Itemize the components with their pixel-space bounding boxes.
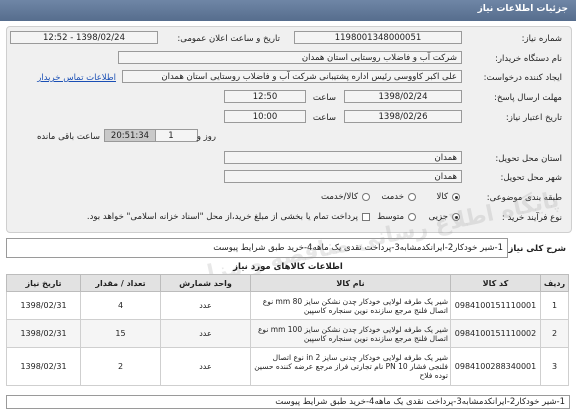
category-service-label: خدمت bbox=[381, 192, 404, 202]
creator-field: علی اکبر کاووسی رئیس اداره پشتیبانی شرکت… bbox=[122, 70, 462, 83]
table-row[interactable]: 2 0984100151110002 شیر یک طرفه لولایی خو… bbox=[6, 319, 569, 348]
row-unit: عدد bbox=[160, 319, 251, 348]
announce-label: تاریخ و ساعت اعلان عمومی: bbox=[177, 34, 280, 44]
send-time-field: 12:50 bbox=[224, 90, 306, 103]
announce-field: 1398/02/24 - 12:52 bbox=[10, 31, 158, 44]
row-code: 0984100288340001 bbox=[450, 347, 541, 386]
row-qty: 4 bbox=[80, 291, 161, 320]
province-label: استان محل تحویل: bbox=[495, 154, 562, 164]
row-index: 3 bbox=[540, 347, 569, 386]
province-field: همدان bbox=[224, 151, 462, 164]
items-title: اطلاعات کالاهای مورد نیاز bbox=[233, 262, 343, 272]
row-date: 1398/02/31 bbox=[6, 291, 81, 320]
category-goods-radio[interactable] bbox=[452, 193, 460, 201]
category-service-radio[interactable] bbox=[408, 193, 416, 201]
validity-time-label: ساعت bbox=[312, 113, 336, 123]
col-unit: واحد شمارش bbox=[160, 274, 251, 292]
row-unit: عدد bbox=[160, 347, 251, 386]
validity-date-field: 1398/02/26 bbox=[344, 110, 462, 123]
col-date: تاریخ نیاز bbox=[6, 274, 81, 292]
validity-time-field: 10:00 bbox=[224, 110, 306, 123]
buyer-org-label: نام دستگاه خریدار: bbox=[495, 54, 562, 64]
row-date: 1398/02/31 bbox=[6, 347, 81, 386]
row-code: 0984100151110002 bbox=[450, 319, 541, 348]
validity-label: تاریخ اعتبار نیاز: bbox=[505, 113, 562, 123]
row-code: 0984100151110001 bbox=[450, 291, 541, 320]
table-row[interactable]: 3 0984100288340001 شیر یک طرفه لولایی خو… bbox=[6, 347, 569, 386]
page-header: جزئیات اطلاعات نیاز bbox=[0, 0, 576, 21]
treasury-checkbox[interactable] bbox=[362, 213, 370, 221]
send-time-label: ساعت bbox=[312, 93, 336, 103]
items-header-row: ردیف کد کالا نام کالا واحد شمارش تعداد /… bbox=[6, 274, 569, 292]
countdown-timer: 20:51:34 bbox=[104, 129, 156, 142]
summary-label: شرح کلی نیاز: bbox=[505, 244, 566, 254]
category-goods-service-radio[interactable] bbox=[362, 193, 370, 201]
category-goods-label: کالا bbox=[436, 192, 448, 202]
remaining-label: ساعت باقی مانده bbox=[36, 132, 100, 142]
table-row[interactable]: 1 0984100151110001 شیر یک طرفه لولایی خو… bbox=[6, 291, 569, 320]
col-name: نام کالا bbox=[250, 274, 451, 292]
send-deadline-label: مهلت ارسال پاسخ: bbox=[494, 93, 562, 103]
category-goods-service-label: کالا/خدمت bbox=[321, 192, 358, 202]
row-index: 1 bbox=[540, 291, 569, 320]
row-name: شیر یک طرفه لولایی خودکار چدن نشکن سایز … bbox=[250, 291, 451, 320]
col-qty: تعداد / مقدار bbox=[80, 274, 161, 292]
payment-note: پرداخت تمام یا بخشی از مبلغ خرید،از محل … bbox=[86, 212, 358, 222]
page-title: جزئیات اطلاعات نیاز bbox=[477, 4, 568, 14]
creator-label: ایجاد کننده درخواست: bbox=[483, 73, 562, 83]
days-label: روز و bbox=[196, 132, 216, 142]
row-name: شیر یک طرفه لولایی خودکار چدنی سایز 2 in… bbox=[250, 347, 451, 386]
row-qty: 15 bbox=[80, 319, 161, 348]
row-index: 2 bbox=[540, 319, 569, 348]
col-index: ردیف bbox=[540, 274, 569, 292]
need-number-field: 1198001348000051 bbox=[294, 31, 462, 44]
city-field: همدان bbox=[224, 170, 462, 183]
row-qty: 2 bbox=[80, 347, 161, 386]
row-unit: عدد bbox=[160, 291, 251, 320]
need-number-label: شماره نیاز: bbox=[521, 34, 562, 44]
row-date: 1398/02/31 bbox=[6, 319, 81, 348]
row-name: شیر یک طرفه لولایی خودکار چدن نشکن سایز … bbox=[250, 319, 451, 348]
city-label: شهر محل تحویل: bbox=[500, 173, 562, 183]
send-date-field: 1398/02/24 bbox=[344, 90, 462, 103]
bottom-description-text: 1-شیر خودکار2-ایرانکدمشابه3-پرداخت نقدی … bbox=[275, 397, 565, 407]
contact-info-link[interactable]: اطلاعات تماس خریدار bbox=[37, 73, 116, 83]
col-code: کد کالا bbox=[450, 274, 541, 292]
items-table: ردیف کد کالا نام کالا واحد شمارش تعداد /… bbox=[6, 274, 569, 386]
buyer-org-field: شرکت آب و فاضلاب روستایی استان همدان bbox=[118, 51, 462, 64]
